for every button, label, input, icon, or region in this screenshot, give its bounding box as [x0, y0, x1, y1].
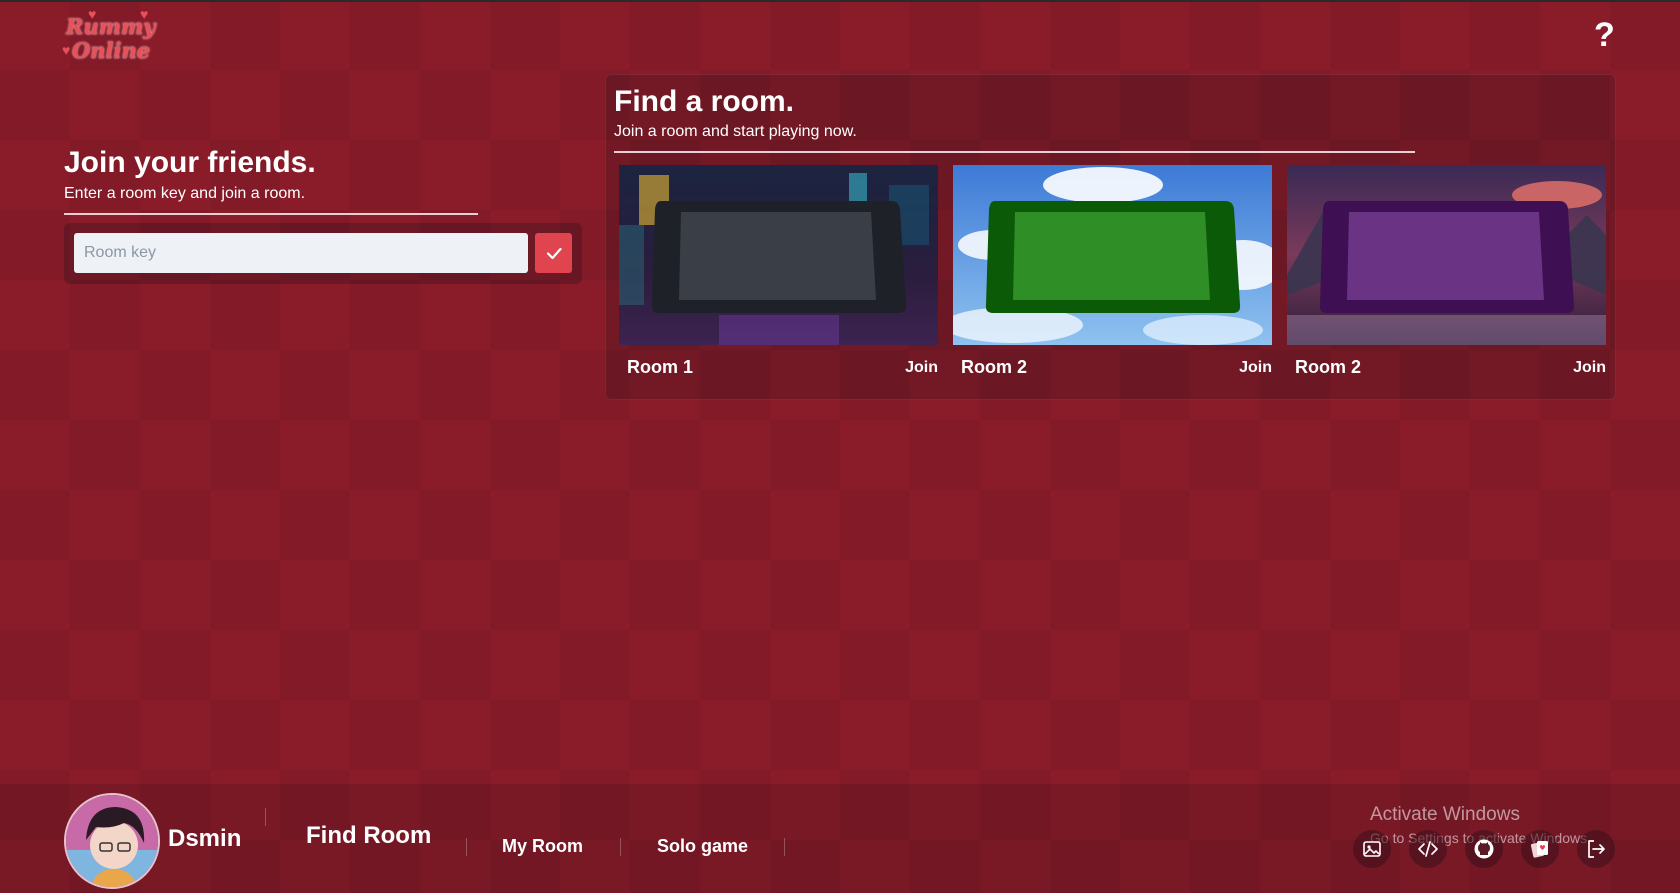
- find-subtitle: Join a room and start playing now.: [614, 123, 857, 140]
- room-name: Room 2: [1295, 357, 1362, 377]
- room-key-input[interactable]: [74, 233, 528, 273]
- background-image-button[interactable]: [1353, 830, 1391, 868]
- room-thumbnail[interactable]: [953, 165, 1272, 345]
- room-card[interactable]: Room 2 Join: [1287, 165, 1606, 377]
- find-title: Find a room.: [614, 85, 794, 118]
- logout-button[interactable]: [1577, 830, 1615, 868]
- room-thumbnail[interactable]: [1287, 165, 1606, 345]
- avatar[interactable]: [64, 793, 160, 889]
- nav-my-room[interactable]: My Room: [502, 836, 583, 857]
- cards-icon: [1530, 841, 1548, 858]
- github-icon: [1474, 839, 1494, 859]
- logo-text-online: Online: [72, 38, 151, 63]
- rummy-online-logo[interactable]: ♥ ♥ Rummy ♥ Online: [62, 6, 172, 66]
- check-icon: [546, 247, 562, 260]
- help-button[interactable]: ?: [1594, 16, 1615, 55]
- room-key-form: [64, 223, 582, 284]
- room-name: Room 1: [627, 357, 694, 377]
- divider: [64, 213, 478, 215]
- github-button[interactable]: [1465, 830, 1503, 868]
- divider: [784, 838, 785, 856]
- divider: [466, 838, 467, 856]
- join-room-button[interactable]: [535, 233, 572, 273]
- find-room-panel: Find a room. Join a room and start playi…: [605, 74, 1616, 400]
- top-border: [0, 0, 1680, 2]
- code-icon: [1418, 841, 1438, 857]
- divider: [614, 151, 1415, 153]
- join-subtitle: Enter a room key and join a room.: [64, 185, 306, 202]
- room-join-link[interactable]: Join: [1239, 359, 1272, 377]
- room-join-link[interactable]: Join: [1573, 359, 1606, 377]
- nav-find-room[interactable]: Find Room: [306, 822, 431, 850]
- room-card[interactable]: Room 1 Join: [619, 165, 938, 377]
- divider: [620, 838, 621, 856]
- source-code-button[interactable]: [1409, 830, 1447, 868]
- room-thumbnail[interactable]: [619, 165, 938, 345]
- join-title: Join your friends.: [64, 146, 316, 179]
- username: Dsmin: [168, 825, 242, 852]
- room-name: Room 2: [961, 357, 1028, 377]
- logout-icon: [1588, 840, 1605, 858]
- room-preview-image: [1287, 165, 1606, 345]
- room-preview-image: [953, 165, 1272, 345]
- nav-solo-game[interactable]: Solo game: [657, 836, 748, 857]
- logo-text-rummy: Rummy: [66, 14, 156, 39]
- divider: [265, 808, 266, 826]
- activate-windows-title: Activate Windows: [1370, 804, 1520, 825]
- room-card[interactable]: Room 2 Join: [953, 165, 1272, 377]
- heart-icon: ♥: [62, 42, 71, 58]
- room-join-link[interactable]: Join: [905, 359, 938, 377]
- image-icon: [1363, 841, 1381, 857]
- card-deck-button[interactable]: [1521, 830, 1559, 868]
- avatar-image: [66, 795, 158, 887]
- room-preview-image: [619, 165, 938, 345]
